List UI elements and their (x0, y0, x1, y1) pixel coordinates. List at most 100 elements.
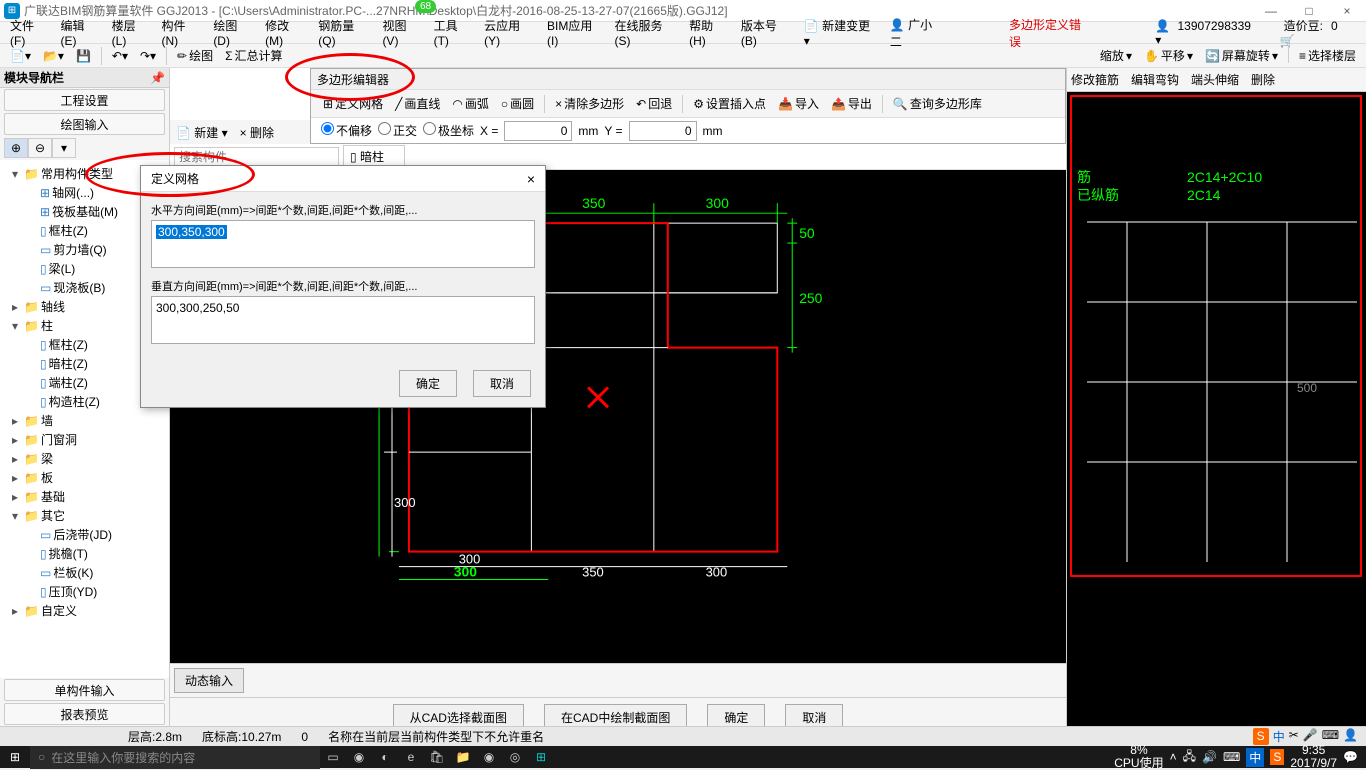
ime-user-icon[interactable]: 👤 (1343, 728, 1358, 745)
poly-export-button[interactable]: 📤 导出 (825, 92, 878, 115)
tree-node[interactable]: ▭ 栏板(K) (4, 563, 165, 582)
tree-node[interactable]: ▸📁 自定义 (4, 601, 165, 620)
rt-delete[interactable]: 删除 (1251, 71, 1275, 88)
ime-cn-icon[interactable]: 中 (1273, 728, 1285, 745)
dialog-cancel-button[interactable]: 取消 (473, 370, 531, 397)
menu-view[interactable]: 视图(V) (376, 15, 427, 50)
zoom-button[interactable]: 缩放 ▾ (1094, 45, 1138, 66)
menu-help[interactable]: 帮助(H) (683, 15, 735, 50)
select-floor-button[interactable]: ≡ 选择楼层 (1293, 45, 1362, 66)
tree-node[interactable]: ▸📁 基础 (4, 487, 165, 506)
sidebar-tab-3[interactable]: ▾ (52, 138, 76, 158)
right-canvas[interactable]: 筋 2C14+2C10 已纵筋 2C14 500 (1067, 92, 1366, 726)
start-button[interactable]: ⊞ (0, 746, 30, 768)
explorer-icon[interactable]: 📁 (450, 746, 476, 768)
sum-button[interactable]: Σ 汇总计算 (219, 45, 288, 66)
open-button[interactable]: 📂▾ (37, 47, 70, 65)
x-input[interactable] (504, 121, 572, 141)
new-change-button[interactable]: 📄 新建变更 ▾ (798, 15, 884, 50)
tree-node[interactable]: ▸📁 板 (4, 468, 165, 487)
poly-import-button[interactable]: 📥 导入 (772, 92, 825, 115)
tree-node[interactable]: ▯ 挑檐(T) (4, 544, 165, 563)
menu-version[interactable]: 版本号(B) (735, 15, 798, 50)
poly-draw-line-button[interactable]: ╱ 画直线 (389, 92, 446, 115)
clock[interactable]: 9:352017/9/7 (1290, 744, 1337, 770)
new-doc-button[interactable]: 📄▾ (4, 47, 37, 65)
ime-tool-icon[interactable]: ✂ (1289, 728, 1299, 745)
define-grid-dialog: 定义网格 × 水平方向间距(mm)=>间距*个数,间距,间距*个数,间距,...… (140, 165, 546, 408)
tree-node[interactable]: ▭ 后浇带(JD) (4, 525, 165, 544)
menu-cloud[interactable]: 云应用(Y) (478, 15, 541, 50)
poly-clear-button[interactable]: × 清除多边形 (549, 92, 630, 115)
phone-label[interactable]: 👤 13907298339 ▾ (1151, 17, 1265, 49)
dialog-close-button[interactable]: × (527, 171, 535, 187)
menu-bim[interactable]: BIM应用(I) (541, 15, 608, 50)
app-icon-4[interactable]: ◎ (502, 746, 528, 768)
tree-node[interactable]: ▾📁 其它 (4, 506, 165, 525)
rt-edit-hook[interactable]: 编辑弯钩 (1131, 71, 1179, 88)
poly-draw-circle-button[interactable]: ○ 画圆 (495, 92, 540, 115)
menu-online[interactable]: 在线服务(S) (608, 15, 683, 50)
h-spacing-input[interactable]: 300,350,300 (151, 220, 535, 268)
radio-nooffset[interactable]: 不偏移 (321, 122, 372, 139)
redo-button[interactable]: ↷▾ (134, 47, 162, 65)
dynamic-input-button[interactable]: 动态输入 (174, 668, 244, 693)
taskview-icon[interactable]: ▭ (320, 746, 346, 768)
y-input[interactable] (629, 121, 697, 141)
tray-notif-icon[interactable]: 💬 (1343, 750, 1358, 764)
tree-node[interactable]: ▯ 压顶(YD) (4, 582, 165, 601)
edge-icon[interactable]: e (398, 746, 424, 768)
sidebar-btn-single[interactable]: 单构件输入 (4, 679, 165, 701)
menu-edit[interactable]: 编辑(E) (55, 15, 106, 50)
gxe-button[interactable]: 👤 广小二 (884, 14, 949, 52)
pan-button[interactable]: ✋ 平移 ▾ (1138, 45, 1199, 66)
radio-ortho[interactable]: 正交 (378, 122, 417, 139)
notification-badge[interactable]: 68 (415, 0, 436, 13)
sidebar-btn-project[interactable]: 工程设置 (4, 89, 165, 111)
ime-icon[interactable]: S (1253, 728, 1269, 745)
app-icon-5[interactable]: ⊞ (528, 746, 554, 768)
tray-s-icon[interactable]: S (1270, 749, 1284, 765)
poly-draw-arc-button[interactable]: ◠ 画弧 (446, 92, 495, 115)
sidebar-tab-1[interactable]: ⊕ (4, 138, 28, 158)
tree-node[interactable]: ▸📁 梁 (4, 449, 165, 468)
rt-modify-stirrup[interactable]: 修改箍筋 (1071, 71, 1119, 88)
poly-query-lib-button[interactable]: 🔍 查询多边形库 (887, 92, 988, 115)
new-component-button[interactable]: 📄 新建 ▾ (170, 122, 234, 143)
app-icon-1[interactable]: ◉ (346, 746, 372, 768)
menu-tool[interactable]: 工具(T) (428, 15, 479, 50)
menu-rebar[interactable]: 钢筋量(Q) (312, 15, 376, 50)
tray-up-icon[interactable]: ˄ (1170, 750, 1177, 764)
app-icon-2[interactable]: ◐ (372, 746, 398, 768)
poly-insertpt-button[interactable]: ⚙ 设置插入点 (687, 92, 772, 115)
dialog-ok-button[interactable]: 确定 (399, 370, 457, 397)
taskbar-search[interactable]: ○ 在这里输入你要搜索的内容 (30, 746, 320, 769)
menu-file[interactable]: 文件(F) (4, 15, 55, 50)
poly-define-grid-button[interactable]: ⊞ 定义网格 (317, 92, 389, 115)
tray-net-icon[interactable]: 🖧 (1183, 747, 1196, 768)
tray-vol-icon[interactable]: 🔊 (1202, 750, 1217, 764)
delete-component-button[interactable]: × 删除 (234, 122, 280, 143)
menu-floor[interactable]: 楼层(L) (106, 15, 156, 50)
undo-button[interactable]: ↶▾ (106, 47, 134, 65)
rotate-button[interactable]: 🔄 屏幕旋转 ▾ (1199, 45, 1284, 66)
tree-node[interactable]: ▸📁 墙 (4, 411, 165, 430)
draw-tool[interactable]: ✏ 绘图 (171, 45, 219, 66)
tray-ime-icon[interactable]: ⌨ (1223, 750, 1240, 764)
tree-node[interactable]: ▸📁 门窗洞 (4, 430, 165, 449)
store-icon[interactable]: 🛍 (424, 746, 450, 768)
search-input[interactable] (174, 147, 339, 167)
radio-polar[interactable]: 极坐标 (423, 122, 474, 139)
tray-cn-icon[interactable]: 中 (1246, 748, 1264, 767)
save-button[interactable]: 💾 (70, 47, 97, 65)
poly-undo-button[interactable]: ↶ 回退 (630, 92, 678, 115)
rt-extend[interactable]: 端头伸缩 (1191, 71, 1239, 88)
sidebar-btn-draw[interactable]: 绘图输入 (4, 113, 165, 135)
sidebar-tab-2[interactable]: ⊖ (28, 138, 52, 158)
sidebar-pin-icon[interactable]: 📌 (150, 71, 165, 85)
sidebar-btn-report[interactable]: 报表预览 (4, 703, 165, 725)
cpu-meter[interactable]: 8%CPU使用 (1114, 744, 1163, 770)
svg-text:250: 250 (799, 290, 822, 306)
v-spacing-input[interactable]: 300,300,250,50 (151, 296, 535, 344)
app-icon-3[interactable]: ◉ (476, 746, 502, 768)
